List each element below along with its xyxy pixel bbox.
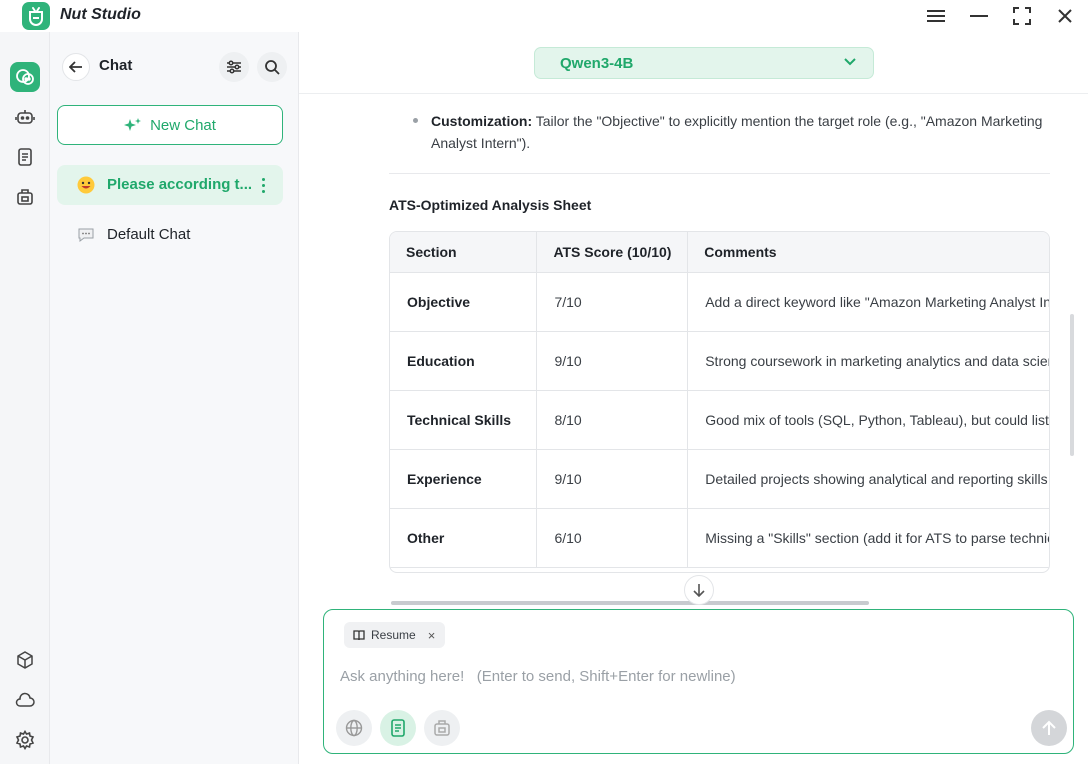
divider bbox=[389, 173, 1050, 174]
chat-sidebar: Chat New Chat Please according t... Defa… bbox=[50, 32, 299, 764]
knowledge-base-button[interactable] bbox=[380, 710, 416, 746]
bullet-label: Customization: bbox=[431, 113, 533, 129]
chat-item-default[interactable]: Default Chat bbox=[57, 215, 283, 255]
column-header: ATS Score (10/10) bbox=[536, 232, 689, 273]
globe-icon bbox=[345, 719, 363, 737]
attachment-chip[interactable]: Resume × bbox=[344, 622, 446, 648]
agent-button[interactable] bbox=[424, 710, 460, 746]
cloud-icon[interactable] bbox=[10, 685, 40, 715]
maximize-icon[interactable] bbox=[1010, 4, 1034, 28]
table-row: Other 6/10 Missing a "Skills" section (a… bbox=[390, 508, 1049, 568]
new-chat-label: New Chat bbox=[150, 116, 216, 134]
smiley-emoji-icon bbox=[77, 176, 95, 194]
sheet-heading: ATS-Optimized Analysis Sheet bbox=[389, 197, 592, 213]
table-cell: Education bbox=[390, 331, 538, 391]
new-chat-button[interactable]: New Chat bbox=[57, 105, 283, 145]
chat-item-label: Please according t... bbox=[107, 176, 253, 193]
model-selector[interactable]: Qwen3-4B bbox=[534, 47, 874, 79]
arrow-down-icon bbox=[693, 584, 705, 597]
table-cell: Objective bbox=[390, 272, 538, 332]
title-bar: Nut Studio bbox=[0, 0, 1088, 32]
model-name: Qwen3-4B bbox=[560, 55, 634, 72]
sparkle-icon bbox=[124, 118, 142, 131]
book-icon bbox=[353, 630, 365, 641]
document-icon bbox=[391, 719, 405, 737]
table-cell: Good mix of tools (SQL, Python, Tableau)… bbox=[687, 390, 1049, 450]
chat-item-label: Default Chat bbox=[107, 226, 191, 243]
app-title: Nut Studio bbox=[60, 6, 141, 23]
table-cell: Detailed projects showing analytical and… bbox=[687, 449, 1049, 509]
sidebar-header: Chat bbox=[50, 32, 299, 100]
close-icon[interactable] bbox=[1053, 4, 1077, 28]
nav-rail bbox=[0, 32, 50, 764]
table-row: Objective 7/10 Add a direct keyword like… bbox=[390, 272, 1049, 332]
bullet-text: Customization: Tailor the "Objective" to… bbox=[431, 110, 1051, 154]
more-options-icon[interactable] bbox=[257, 175, 269, 195]
briefcase-icon bbox=[434, 720, 450, 736]
message-input[interactable] bbox=[340, 664, 1040, 688]
table-horizontal-scrollbar[interactable] bbox=[391, 601, 869, 605]
table-header-row: Section ATS Score (10/10) Comments bbox=[390, 232, 1049, 273]
search-icon[interactable] bbox=[257, 52, 287, 82]
cube-icon[interactable] bbox=[10, 645, 40, 675]
chat-main: Qwen3-4B Customization: Tailor the "Obje… bbox=[299, 32, 1088, 764]
table-row: Experience 9/10 Detailed projects showin… bbox=[390, 449, 1049, 509]
web-search-button[interactable] bbox=[336, 710, 372, 746]
table-cell: Add a direct keyword like "Amazon Market… bbox=[687, 272, 1049, 332]
attachment-label: Resume bbox=[371, 628, 416, 642]
table-cell: Other bbox=[390, 508, 538, 568]
table-cell: 9/10 bbox=[536, 449, 689, 509]
bullet-dot bbox=[413, 118, 418, 123]
table-cell: Missing a "Skills" section (add it for A… bbox=[687, 508, 1049, 568]
send-button[interactable] bbox=[1031, 710, 1067, 746]
chat-nav-icon[interactable] bbox=[10, 62, 40, 92]
table-cell: 8/10 bbox=[536, 390, 689, 450]
scroll-down-button[interactable] bbox=[684, 575, 714, 605]
filter-icon[interactable] bbox=[219, 52, 249, 82]
sidebar-title: Chat bbox=[99, 57, 133, 74]
remove-attachment-icon[interactable]: × bbox=[428, 628, 436, 643]
table-cell: Experience bbox=[390, 449, 538, 509]
message-composer: Resume × bbox=[323, 609, 1074, 754]
table-row: Technical Skills 8/10 Good mix of tools … bbox=[390, 390, 1049, 450]
table-cell: 7/10 bbox=[536, 272, 689, 332]
table-cell: Strong coursework in marketing analytics… bbox=[687, 331, 1049, 391]
message-content: Customization: Tailor the "Objective" to… bbox=[299, 95, 1088, 605]
column-header: Section bbox=[390, 232, 538, 273]
minimize-icon[interactable] bbox=[967, 4, 991, 28]
briefcase-icon[interactable] bbox=[10, 182, 40, 212]
model-bar: Qwen3-4B bbox=[299, 32, 1088, 94]
table-cell: 6/10 bbox=[536, 508, 689, 568]
arrow-up-icon bbox=[1042, 720, 1056, 735]
settings-icon[interactable] bbox=[10, 725, 40, 755]
robot-icon[interactable] bbox=[10, 102, 40, 132]
analysis-table: Section ATS Score (10/10) Comments Objec… bbox=[389, 231, 1050, 573]
app-logo-icon bbox=[22, 2, 50, 30]
vertical-scrollbar[interactable] bbox=[1070, 314, 1074, 456]
table-cell: Technical Skills bbox=[390, 390, 538, 450]
chat-item-active[interactable]: Please according t... bbox=[57, 165, 283, 205]
table-cell: 9/10 bbox=[536, 331, 689, 391]
column-header: Comments bbox=[687, 232, 1049, 273]
document-icon[interactable] bbox=[10, 142, 40, 172]
speech-bubble-icon bbox=[78, 228, 94, 242]
back-button[interactable] bbox=[62, 53, 90, 81]
table-row: Education 9/10 Strong coursework in mark… bbox=[390, 331, 1049, 391]
menu-icon[interactable] bbox=[924, 4, 948, 28]
chevron-down-icon bbox=[844, 58, 856, 66]
